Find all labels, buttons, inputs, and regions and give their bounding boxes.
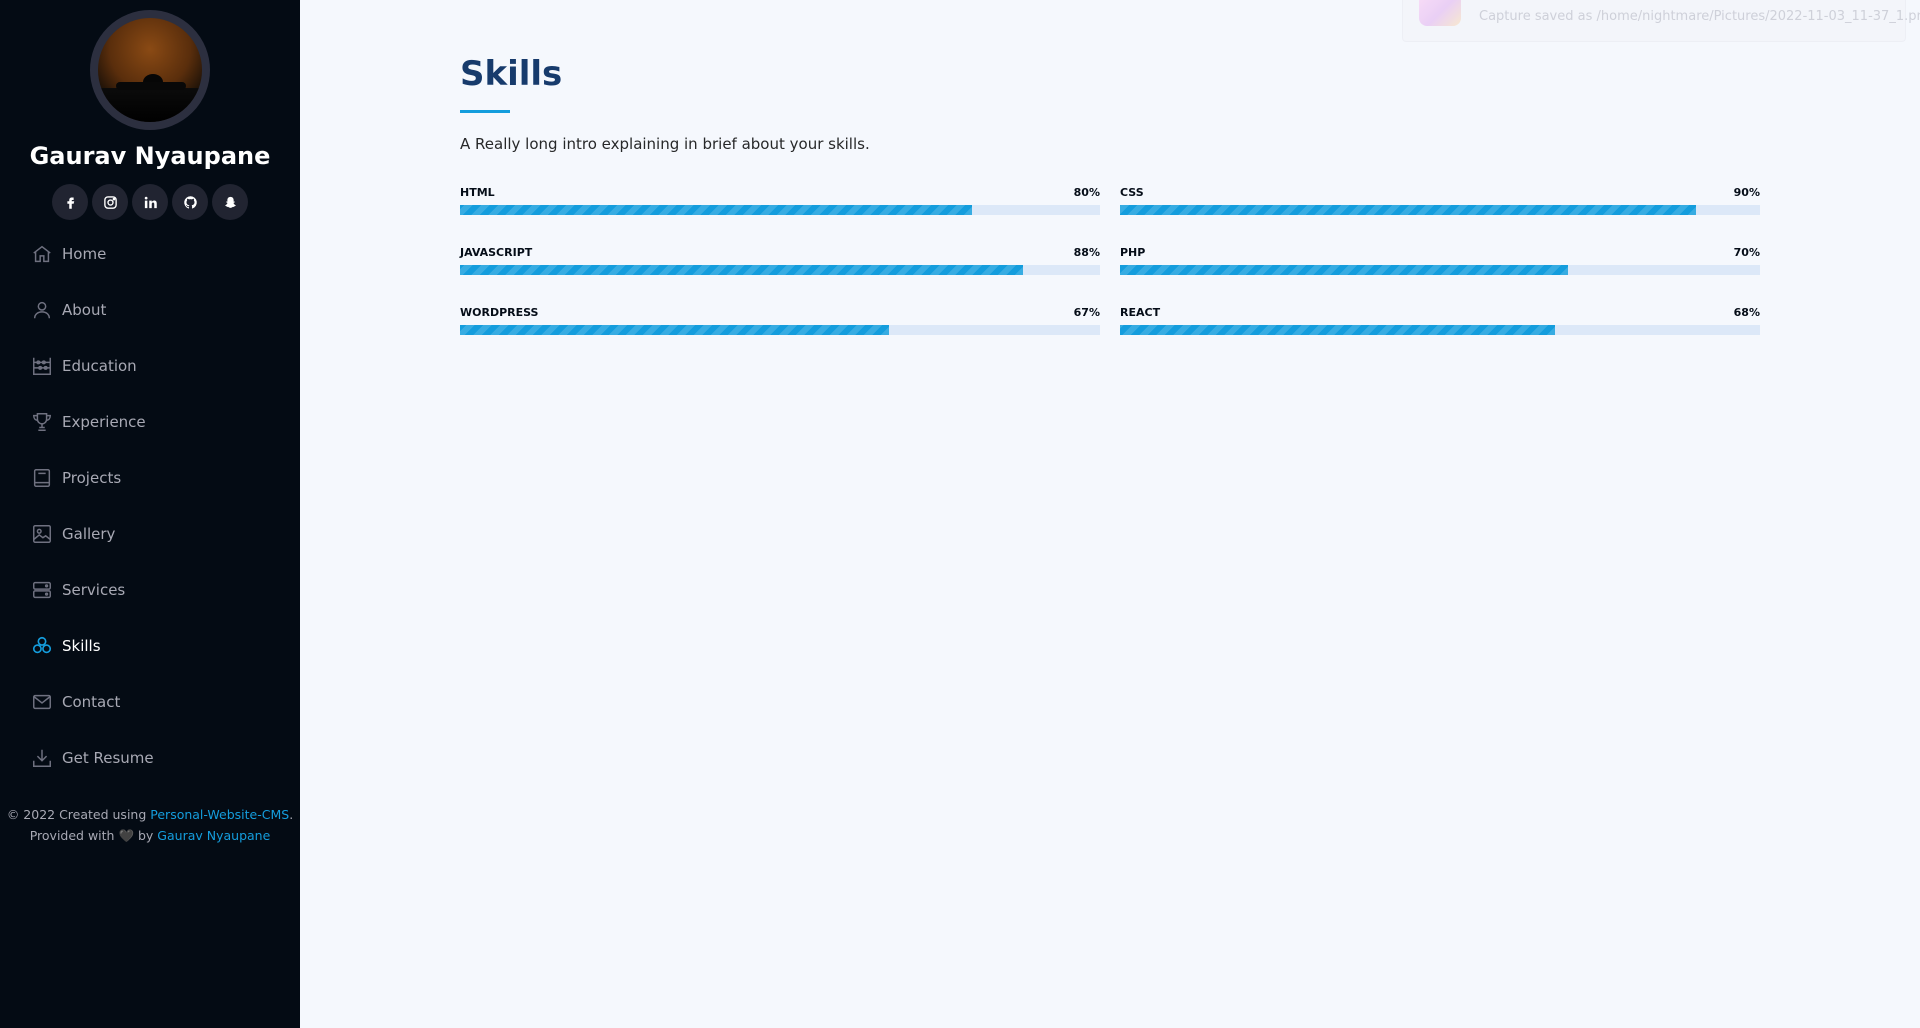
- progress-track: [460, 205, 1100, 215]
- snapchat-icon[interactable]: [212, 184, 248, 220]
- home-icon: [30, 242, 54, 266]
- progress-fill: [1120, 265, 1568, 275]
- mail-icon: [30, 690, 54, 714]
- sidebar-item-gallery[interactable]: Gallery: [30, 506, 300, 562]
- facebook-icon[interactable]: [52, 184, 88, 220]
- skill-percent: 70%: [1733, 246, 1760, 259]
- page-title: Skills: [460, 54, 563, 94]
- skill-html: HTML 80%: [460, 186, 1100, 215]
- footer-text: Provided with 🖤 by: [29, 828, 158, 843]
- skill-percent: 90%: [1733, 186, 1760, 199]
- title-underline: [460, 110, 510, 113]
- sidebar-footer: © 2022 Created using Personal-Website-CM…: [0, 804, 300, 846]
- sidebar-item-experience[interactable]: Experience: [30, 394, 300, 450]
- sidebar-item-skills[interactable]: Skills: [30, 618, 300, 674]
- education-icon: [30, 354, 54, 378]
- github-icon[interactable]: [172, 184, 208, 220]
- trophy-icon: [30, 410, 54, 434]
- avatar: [90, 10, 210, 130]
- server-icon: [30, 578, 54, 602]
- notification-text: Capture saved as /home/nightmare/Picture…: [1479, 9, 1920, 24]
- skill-react: REACT 68%: [1120, 306, 1760, 335]
- skill-css: CSS 90%: [1120, 186, 1760, 215]
- footer-text: .: [289, 807, 294, 822]
- sidebar-item-label: Contact: [62, 693, 121, 711]
- sidebar-item-label: Home: [62, 245, 107, 263]
- download-icon: [30, 746, 54, 770]
- sidebar-nav: Home About Education Experience Projects: [0, 226, 300, 786]
- skill-percent: 80%: [1073, 186, 1100, 199]
- book-icon: [30, 466, 54, 490]
- sidebar-item-label: Experience: [62, 413, 146, 431]
- skill-name: CSS: [1120, 186, 1144, 199]
- skill-name: PHP: [1120, 246, 1146, 259]
- sidebar-item-label: About: [62, 301, 107, 319]
- image-icon: [30, 522, 54, 546]
- progress-fill: [460, 265, 1024, 275]
- sidebar-item-label: Projects: [62, 469, 122, 487]
- skill-javascript: JAVASCRIPT 88%: [460, 246, 1100, 275]
- footer-provided-line: Provided with 🖤 by Gaurav Nyaupane: [0, 825, 300, 846]
- skill-name: HTML: [460, 186, 495, 199]
- skill-percent: 67%: [1073, 306, 1100, 319]
- sidebar-item-about[interactable]: About: [30, 282, 300, 338]
- skills-icon: [30, 634, 54, 658]
- skill-percent: 88%: [1073, 246, 1100, 259]
- sidebar-item-label: Get Resume: [62, 749, 154, 767]
- skill-percent: 68%: [1733, 306, 1760, 319]
- sidebar: Gaurav Nyaupane Home About Education Exp…: [0, 0, 300, 1028]
- progress-track: [460, 265, 1100, 275]
- instagram-icon[interactable]: [92, 184, 128, 220]
- footer-text: © 2022 Created using: [6, 807, 151, 822]
- progress-track: [1120, 205, 1760, 215]
- progress-fill: [460, 205, 972, 215]
- progress-track: [460, 325, 1100, 335]
- sidebar-item-education[interactable]: Education: [30, 338, 300, 394]
- sidebar-item-home[interactable]: Home: [30, 226, 300, 282]
- progress-track: [1120, 265, 1760, 275]
- sidebar-item-label: Services: [62, 581, 126, 599]
- social-links: [0, 184, 300, 220]
- sidebar-item-label: Skills: [62, 637, 101, 655]
- capture-thumbnail: [1419, 0, 1461, 26]
- sidebar-item-label: Education: [62, 357, 137, 375]
- skill-php: PHP 70%: [1120, 246, 1760, 275]
- cms-link[interactable]: Personal-Website-CMS: [150, 807, 289, 822]
- progress-track: [1120, 325, 1760, 335]
- sidebar-item-services[interactable]: Services: [30, 562, 300, 618]
- user-icon: [30, 298, 54, 322]
- author-link[interactable]: Gaurav Nyaupane: [157, 828, 270, 843]
- progress-fill: [460, 325, 889, 335]
- skill-name: REACT: [1120, 306, 1161, 319]
- sidebar-item-contact[interactable]: Contact: [30, 674, 300, 730]
- capture-notification[interactable]: Capture saved as /home/nightmare/Picture…: [1402, 0, 1920, 42]
- sidebar-item-label: Gallery: [62, 525, 116, 543]
- profile: Gaurav Nyaupane: [0, 0, 300, 220]
- progress-fill: [1120, 325, 1556, 335]
- skill-name: JAVASCRIPT: [460, 246, 533, 259]
- linkedin-icon[interactable]: [132, 184, 168, 220]
- sidebar-item-get-resume[interactable]: Get Resume: [30, 730, 300, 786]
- skill-wordpress: WORDPRESS 67%: [460, 306, 1100, 335]
- footer-credit-line: © 2022 Created using Personal-Website-CM…: [0, 804, 300, 825]
- section-intro: A Really long intro explaining in brief …: [460, 135, 870, 153]
- sidebar-item-projects[interactable]: Projects: [30, 450, 300, 506]
- progress-fill: [1120, 205, 1696, 215]
- skill-name: WORDPRESS: [460, 306, 539, 319]
- profile-name: Gaurav Nyaupane: [29, 142, 271, 170]
